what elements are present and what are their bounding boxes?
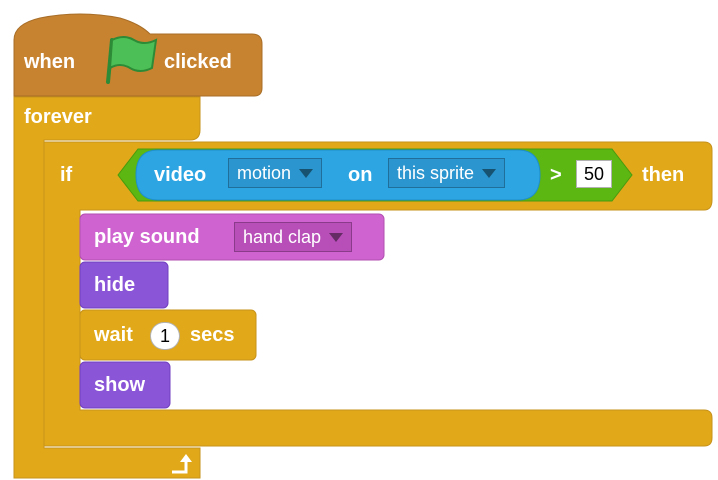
play-sound-block[interactable]: play sound	[94, 222, 200, 252]
if-label: if	[60, 163, 73, 186]
green-flag-icon	[106, 36, 158, 84]
clicked-label-wrap: clicked	[164, 44, 232, 80]
secs-label: secs	[190, 323, 235, 346]
sound-dropdown[interactable]: hand clap	[234, 222, 353, 252]
hide-label: hide	[94, 273, 136, 296]
show-block[interactable]: show	[94, 370, 145, 400]
video-target-dropdown[interactable]: this sprite	[388, 158, 506, 188]
operator-symbol: >	[550, 163, 562, 186]
on-label-wrap: on	[348, 160, 372, 190]
loop-arrow-icon	[172, 454, 192, 474]
forever-label: forever	[24, 105, 92, 128]
video-attribute-dropdown[interactable]: motion	[228, 158, 323, 188]
video-attribute-value: motion	[237, 162, 292, 183]
on-label: on	[348, 163, 373, 186]
greater-than-operator: >	[550, 160, 562, 190]
chevron-down-icon	[482, 168, 497, 178]
then-label: then	[642, 163, 685, 186]
play-sound-label: play sound	[94, 225, 200, 248]
then-label-wrap: then	[642, 160, 684, 190]
scratch-script: when clicked forever if video motion on …	[0, 0, 718, 480]
show-label: show	[94, 373, 146, 396]
video-label: video	[154, 163, 207, 186]
video-target-value: this sprite	[397, 162, 475, 183]
wait-seconds-input[interactable]: 1	[150, 322, 180, 350]
sound-value: hand clap	[243, 226, 322, 247]
chevron-down-icon	[329, 232, 344, 242]
wait-label: wait	[94, 323, 133, 346]
chevron-down-icon	[299, 168, 314, 178]
if-label-wrap: if	[60, 160, 72, 190]
secs-label-wrap: secs	[190, 320, 235, 350]
threshold-input[interactable]: 50	[576, 160, 612, 188]
forever-label-wrap: forever	[24, 102, 92, 132]
when-label: when	[24, 50, 76, 73]
when-flag-clicked-block[interactable]: when	[24, 44, 75, 80]
clicked-label: clicked	[164, 50, 232, 73]
wait-block[interactable]: wait	[94, 320, 133, 350]
hide-block[interactable]: hide	[94, 270, 135, 300]
video-label-wrap: video	[154, 160, 206, 190]
